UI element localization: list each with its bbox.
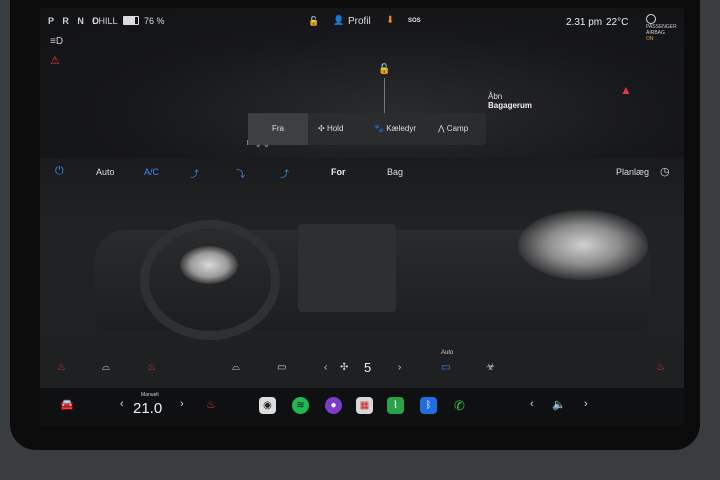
mode-dog-button[interactable]: 🐾 Kæledyr — [374, 113, 426, 145]
phone-icon[interactable]: ✆ — [451, 397, 468, 414]
lock-icon[interactable]: 🔓 — [308, 16, 319, 27]
seat-heater-left-icon[interactable]: ♨ — [57, 362, 66, 373]
climate-panel: ⏻ Auto A/C ⤴ ⤵ ⤴ For Bag Planlæg ◷ ♨ ⌓ ♨… — [40, 158, 684, 388]
car-visualization: P R N D CHILL 76 % 🔓 👤 Profil ⬇ SOS 2.31… — [40, 8, 684, 158]
taskbar: 🚘 ‹ Manuelt 21.0 › ♨ ◉ ≋ ● ▦ ⌇ ᛒ ✆ ‹ 🔈 › — [40, 388, 684, 426]
sos-icon[interactable]: SOS — [408, 18, 421, 24]
outside-temperature: 22°C — [606, 17, 629, 28]
airbag-label: PASSENGER AIRBAG — [646, 24, 677, 36]
airflow-left-vent[interactable] — [180, 246, 238, 284]
front-defrost-icon[interactable]: ⌓ — [102, 362, 110, 373]
rear-tab[interactable]: Bag — [387, 167, 403, 177]
app-launcher-icon[interactable]: ▦ — [356, 397, 373, 414]
temp-increase-button[interactable]: › — [180, 398, 184, 410]
mode-camp-button[interactable]: ⋀ Camp — [438, 113, 482, 145]
drive-mode[interactable]: CHILL — [92, 16, 118, 26]
max-defrost-icon[interactable]: ⌓ — [232, 362, 240, 373]
mode-off-button[interactable]: Fra — [248, 113, 308, 145]
airflow-face-feet-icon[interactable]: ⤴ — [280, 167, 289, 180]
trunk-open-label[interactable]: Åbn — [488, 92, 502, 101]
battery-percent: 76 % — [144, 16, 165, 26]
headlight-icon: ≡D — [50, 36, 64, 47]
clock-icon[interactable]: ◷ — [660, 165, 670, 178]
toybox-icon[interactable]: ◉ — [259, 397, 276, 414]
bluetooth-icon[interactable]: ᛒ — [420, 397, 437, 414]
fan-increase-button[interactable]: › — [398, 362, 401, 373]
passenger-airbag-status: PASSENGER AIRBAG ON — [646, 14, 684, 42]
trunk-lock-icon[interactable]: 🔓 — [378, 64, 390, 75]
seat-heater-icon[interactable]: ♨ — [206, 398, 216, 411]
center-screen-illustration — [298, 224, 396, 312]
download-icon[interactable]: ⬇ — [386, 15, 394, 26]
climate-mode-selector: Fra ✣ Hold 🐾 Kæledyr ⋀ Camp — [248, 113, 486, 145]
display-bezel: P R N D CHILL 76 % 🔓 👤 Profil ⬇ SOS 2.31… — [10, 0, 700, 450]
rear-defrost-icon[interactable]: ▭ — [277, 362, 286, 373]
profile-icon[interactable]: 👤 — [333, 15, 344, 26]
car-icon[interactable]: 🚘 — [60, 398, 74, 411]
hvac-bottom-row: ♨ ⌓ ♨ ⌓ ▭ ‹ ✣ 5 › Auto ▭ ☣ ♨ — [40, 350, 684, 386]
ac-button[interactable]: A/C — [144, 167, 159, 177]
spotify-icon[interactable]: ≋ — [292, 397, 309, 414]
airbag-icon — [646, 14, 656, 24]
fan-decrease-button[interactable]: ‹ — [324, 362, 327, 373]
airbag-state: ON — [646, 36, 654, 42]
seat-heater-right-icon[interactable]: ♨ — [656, 362, 665, 373]
touchscreen: P R N D CHILL 76 % 🔓 👤 Profil ⬇ SOS 2.31… — [40, 8, 684, 426]
temp-decrease-button[interactable]: ‹ — [120, 398, 124, 410]
hvac-top-row: ⏻ Auto A/C ⤴ ⤵ ⤴ For Bag Planlæg ◷ — [40, 158, 684, 188]
airflow-right-vent[interactable] — [518, 210, 648, 280]
airflow-face-icon[interactable]: ⤴ — [190, 167, 199, 180]
recirculate-auto-label: Auto — [441, 350, 454, 356]
power-icon[interactable]: ⏻ — [55, 165, 64, 178]
front-tab[interactable]: For — [331, 167, 346, 177]
trunk-label[interactable]: Bagagerum — [488, 101, 532, 110]
volume-icon[interactable]: 🔈 — [552, 398, 566, 411]
airflow-feet-icon[interactable]: ⤵ — [236, 167, 245, 180]
fan-icon: ✣ — [340, 362, 349, 373]
tent-icon: ⋀ — [438, 124, 447, 133]
navigation-arrow-icon: ▲ — [620, 83, 632, 97]
recirculate-icon[interactable]: ▭ — [441, 362, 450, 373]
camera-icon[interactable]: ● — [325, 397, 342, 414]
volume-increase-button[interactable]: › — [584, 398, 588, 410]
energy-app-icon[interactable]: ⌇ — [387, 397, 404, 414]
auto-button[interactable]: Auto — [96, 167, 115, 177]
driver-temperature[interactable]: 21.0 — [133, 400, 162, 417]
steering-heater-icon[interactable]: ♨ — [147, 362, 156, 373]
paw-icon: 🐾 — [374, 124, 387, 133]
fan-mode-icon: ✣ — [318, 124, 327, 133]
mode-keep-button[interactable]: ✣ Hold — [318, 113, 368, 145]
battery-icon — [123, 16, 139, 25]
fan-speed-value: 5 — [364, 360, 372, 375]
clock: 2.31 pm — [566, 17, 603, 28]
bioweapon-defense-icon[interactable]: ☣ — [486, 362, 495, 373]
temp-mode-label: Manuelt — [141, 392, 159, 398]
seatbelt-warning-icon: ⚠ — [50, 55, 60, 67]
schedule-button[interactable]: Planlæg — [616, 167, 649, 177]
status-bar: P R N D CHILL 76 % 🔓 👤 Profil ⬇ SOS 2.31… — [40, 8, 684, 42]
profile-button[interactable]: Profil — [348, 16, 371, 27]
volume-decrease-button[interactable]: ‹ — [530, 398, 534, 410]
